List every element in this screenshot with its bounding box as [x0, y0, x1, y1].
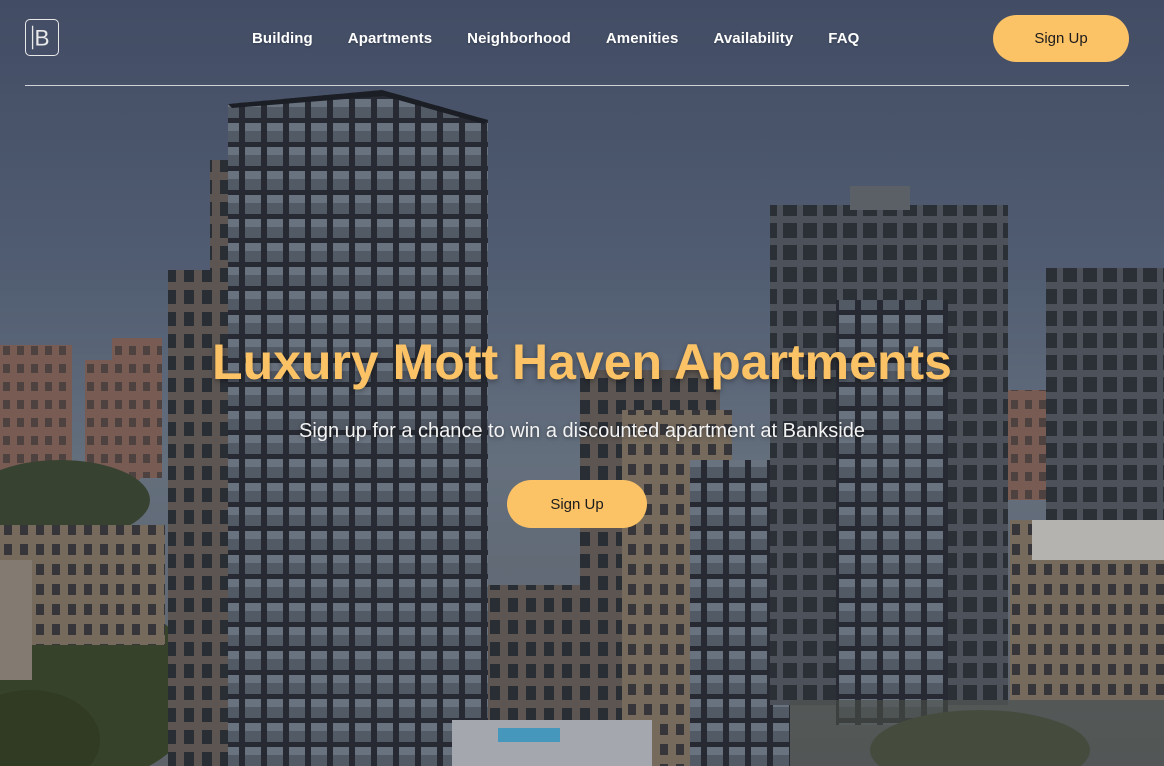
- nav-link-faq[interactable]: FAQ: [828, 30, 859, 48]
- logo-letter: B: [34, 26, 49, 51]
- nav-link-apartments[interactable]: Apartments: [348, 30, 432, 48]
- header-divider: [25, 85, 1129, 86]
- nav-link-neighborhood[interactable]: Neighborhood: [467, 30, 571, 48]
- nav-link-availability[interactable]: Availability: [713, 30, 793, 48]
- landing-page: B Building Apartments Neighborhood Ameni…: [0, 0, 1164, 766]
- nav-link-building[interactable]: Building: [252, 30, 313, 48]
- header-signup-button[interactable]: Sign Up: [993, 15, 1129, 62]
- hero-subtitle: Sign up for a chance to win a discounted…: [299, 420, 865, 442]
- nav-link-amenities[interactable]: Amenities: [606, 30, 679, 48]
- hero-title: Luxury Mott Haven Apartments: [212, 334, 952, 390]
- hero-signup-button[interactable]: Sign Up: [507, 480, 647, 528]
- logo-b-icon: B: [31, 26, 50, 51]
- brand-logo[interactable]: B: [25, 19, 59, 56]
- main-navigation: Building Apartments Neighborhood Ameniti…: [235, 30, 894, 48]
